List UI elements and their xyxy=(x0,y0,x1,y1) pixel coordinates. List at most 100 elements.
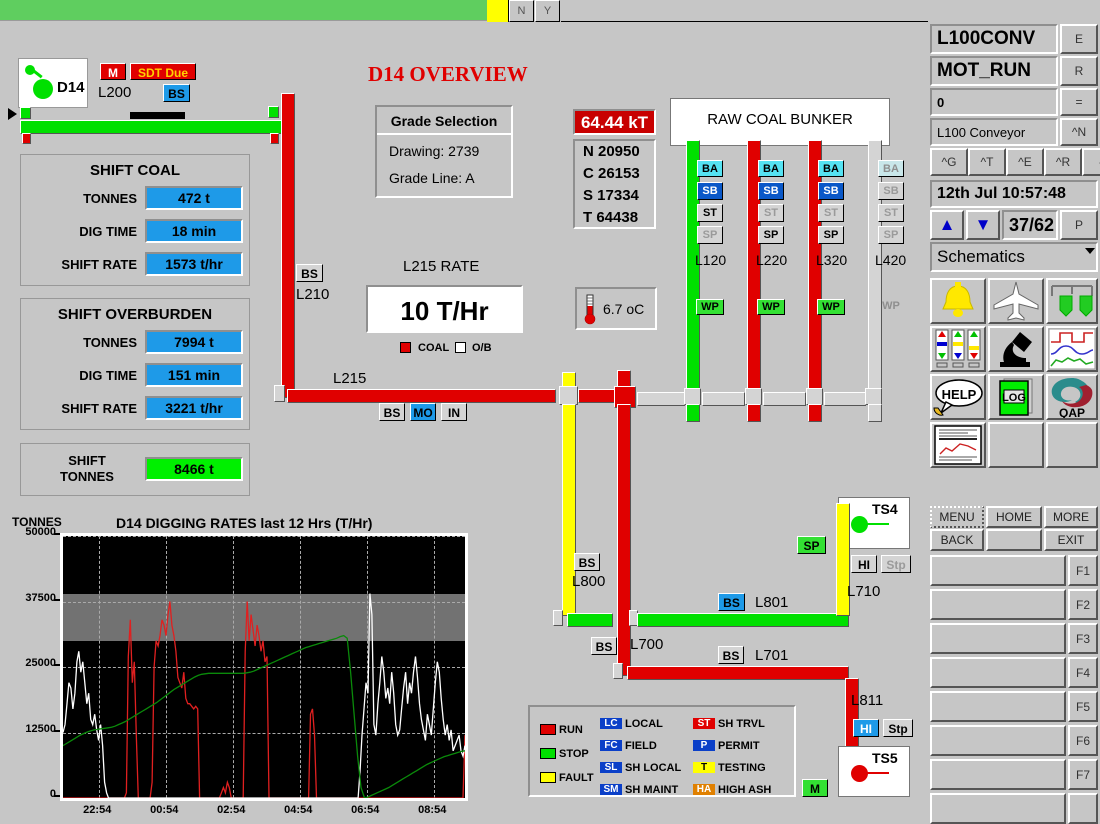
function-key-slot[interactable] xyxy=(930,691,1066,722)
key-e-button[interactable]: E xyxy=(1060,24,1098,54)
key-equals-button[interactable]: = xyxy=(1060,88,1098,116)
description-field[interactable]: L100 Conveyor xyxy=(930,118,1058,146)
key-caret-r-button[interactable]: ^R xyxy=(1044,148,1082,176)
key-caret-t-button[interactable]: ^T xyxy=(968,148,1006,176)
l220-sb-button[interactable]: SB xyxy=(758,182,784,200)
l215-in-button[interactable]: IN xyxy=(441,403,467,421)
l200-bs-button[interactable]: BS xyxy=(163,84,190,102)
function-key-slot[interactable] xyxy=(930,589,1066,620)
l420-sb-button[interactable]: SB xyxy=(878,182,904,200)
key-p-button[interactable]: P xyxy=(1060,210,1098,240)
function-key-label[interactable]: F2 xyxy=(1068,589,1098,620)
attribute-field[interactable]: MOT_RUN xyxy=(930,56,1058,86)
schematics-dropdown[interactable]: Schematics xyxy=(930,242,1098,272)
l215-bs-button[interactable]: BS xyxy=(379,403,405,421)
nav-blank-button[interactable] xyxy=(986,529,1042,551)
l710-stp-button[interactable]: Stp xyxy=(881,555,911,573)
function-key-label[interactable]: F7 xyxy=(1068,759,1098,790)
key-caret-n-button[interactable]: ^N xyxy=(1060,118,1098,146)
icon-bell-cell[interactable] xyxy=(930,278,986,324)
stacker-ts5-panel[interactable]: TS5 xyxy=(838,746,910,797)
l120-wp-button[interactable]: WP xyxy=(696,299,724,315)
function-key-slot[interactable] xyxy=(930,725,1066,756)
l320-wp-button[interactable]: WP xyxy=(817,299,845,315)
value-field[interactable]: 0 xyxy=(930,88,1058,116)
function-key-label[interactable] xyxy=(1068,793,1098,824)
l320-st-button[interactable]: ST xyxy=(818,204,844,222)
key-caret-g-button[interactable]: ^G xyxy=(930,148,968,176)
l320-ba-button[interactable]: BA xyxy=(818,160,844,177)
icon-qap-cell[interactable]: QAP xyxy=(1046,374,1098,420)
ack-no-button[interactable]: N xyxy=(509,0,534,22)
l801-segment-1[interactable] xyxy=(567,613,613,627)
bunker-feed-segment-4[interactable] xyxy=(824,392,866,406)
nav-exit-button[interactable]: EXIT xyxy=(1044,529,1098,551)
l120-ba-button[interactable]: BA xyxy=(697,160,723,177)
key-r-button[interactable]: R xyxy=(1060,56,1098,86)
conveyor-l220-belt[interactable] xyxy=(747,140,761,412)
function-key-slot[interactable] xyxy=(930,623,1066,654)
l710-hi-button[interactable]: HI xyxy=(851,555,877,573)
key-minus-button[interactable]: - xyxy=(1082,148,1100,176)
function-key-slot[interactable] xyxy=(930,657,1066,688)
chevron-down-icon[interactable] xyxy=(1085,248,1095,254)
bottom-m-tag[interactable]: M xyxy=(802,779,828,797)
icon-log-cell[interactable]: LOG xyxy=(988,374,1044,420)
chart-plot-area[interactable] xyxy=(60,533,468,801)
icon-aircraft-cell[interactable] xyxy=(988,278,1044,324)
l811-stp-button[interactable]: Stp xyxy=(883,719,913,737)
l710-sp-button[interactable]: SP xyxy=(797,536,826,554)
function-key-label[interactable]: F4 xyxy=(1068,657,1098,688)
bunker-feed-segment-2[interactable] xyxy=(702,392,745,406)
l215-mo-button[interactable]: MO xyxy=(410,403,436,421)
l220-sp-button[interactable]: SP xyxy=(758,226,784,244)
icon-gates-cell[interactable] xyxy=(1046,278,1098,324)
icon-empty-cell-2[interactable] xyxy=(1046,422,1098,468)
function-key-label[interactable]: F5 xyxy=(1068,691,1098,722)
nav-home-button[interactable]: HOME xyxy=(986,506,1042,528)
icon-report-cell[interactable] xyxy=(930,422,986,468)
l801-bs-button[interactable]: BS xyxy=(718,593,745,611)
icon-empty-cell-1[interactable] xyxy=(988,422,1044,468)
l120-sb-button[interactable]: SB xyxy=(697,182,723,200)
conveyor-l801-belt[interactable] xyxy=(637,613,849,627)
sdt-due-alarm-tag[interactable]: SDT Due xyxy=(130,63,196,80)
l800-bs-button[interactable]: BS xyxy=(574,553,600,571)
conveyor-l700-belt[interactable] xyxy=(617,404,631,676)
nav-more-button[interactable]: MORE xyxy=(1044,506,1098,528)
l811-hi-button[interactable]: HI xyxy=(853,719,879,737)
icon-microscope-cell[interactable] xyxy=(988,326,1044,372)
conveyor-l701-belt[interactable] xyxy=(627,666,849,680)
function-key-slot[interactable] xyxy=(930,555,1066,586)
key-caret-e-button[interactable]: ^E xyxy=(1006,148,1044,176)
function-key-slot[interactable] xyxy=(930,793,1066,824)
l700-bs-button[interactable]: BS xyxy=(591,637,617,655)
function-key-slot[interactable] xyxy=(930,759,1066,790)
icon-trends-cell[interactable] xyxy=(1046,326,1098,372)
function-key-label[interactable]: F3 xyxy=(1068,623,1098,654)
icon-help-cell[interactable]: HELP xyxy=(930,374,986,420)
conveyor-l215-belt[interactable] xyxy=(287,389,556,403)
l320-sb-button[interactable]: SB xyxy=(818,182,844,200)
page-up-button[interactable]: ▲ xyxy=(930,210,964,240)
l215-segment-2[interactable] xyxy=(578,389,616,403)
l210-bs-button[interactable]: BS xyxy=(296,264,323,282)
l220-wp-button[interactable]: WP xyxy=(757,299,785,315)
l420-sp-button[interactable]: SP xyxy=(878,226,904,244)
l320-sp-button[interactable]: SP xyxy=(818,226,844,244)
nav-menu-button[interactable]: MENU xyxy=(930,506,984,528)
unit-d14-symbol[interactable]: D14 xyxy=(18,58,88,108)
conveyor-l200-belt[interactable] xyxy=(20,120,282,134)
unit-mode-m-tag[interactable]: M xyxy=(100,63,126,80)
l420-ba-button[interactable]: BA xyxy=(878,160,904,177)
bunker-feed-segment-1[interactable] xyxy=(637,392,685,406)
l420-wp-button[interactable]: WP xyxy=(877,299,905,315)
ack-yes-button[interactable]: Y xyxy=(535,0,560,22)
l120-sp-button[interactable]: SP xyxy=(697,226,723,244)
function-key-label[interactable]: F1 xyxy=(1068,555,1098,586)
conveyor-l210-belt[interactable] xyxy=(281,93,295,398)
nav-back-button[interactable]: BACK xyxy=(930,529,984,551)
point-name-field[interactable]: L100CONV xyxy=(930,24,1058,54)
l420-st-button[interactable]: ST xyxy=(878,204,904,222)
bunker-feed-segment-3[interactable] xyxy=(763,392,806,406)
